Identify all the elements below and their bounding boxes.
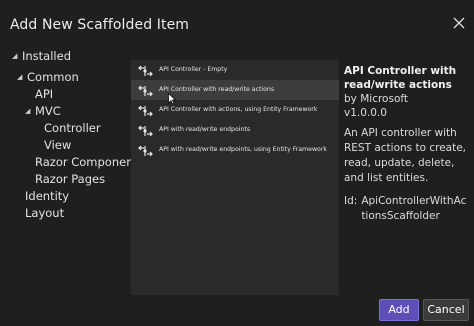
tree-item-view[interactable]: View: [44, 137, 71, 153]
tree-item-razor-component[interactable]: Razor Component: [35, 154, 138, 170]
tree-item-controller[interactable]: Controller: [44, 120, 101, 136]
template-label: API with read/write endpoints: [159, 126, 251, 133]
api-controller-icon: [138, 83, 153, 97]
tree-item-common[interactable]: ◢ Common: [17, 69, 79, 85]
add-button[interactable]: Add: [379, 299, 419, 321]
template-list: API Controller - Empty API Controller wi…: [131, 60, 339, 295]
close-icon[interactable]: [452, 16, 466, 30]
category-tree: ◢ Installed ◢ Common API ◢ MVC Controller V…: [0, 46, 138, 296]
detail-author: by Microsoft: [344, 93, 408, 105]
tree-item-api[interactable]: API: [35, 86, 53, 102]
cancel-button[interactable]: Cancel: [423, 299, 469, 321]
tree-item-label: Layout: [25, 206, 65, 220]
template-item[interactable]: API with read/write endpoints: [131, 120, 339, 140]
tree-item-razor-pages[interactable]: Razor Pages: [35, 171, 105, 187]
expanded-arrow-icon[interactable]: ◢: [17, 69, 27, 85]
detail-id-label: Id:: [344, 195, 358, 207]
tree-item-label: MVC: [35, 104, 61, 118]
template-item-selected[interactable]: API Controller with read/write actions: [131, 80, 339, 100]
template-label: API Controller with read/write actions: [159, 86, 275, 93]
template-label: API Controller - Empty: [159, 66, 228, 73]
detail-description: An API controller with REST actions to c…: [344, 127, 467, 184]
tree-item-label: Installed: [22, 49, 71, 63]
detail-title-line1: API Controller with: [344, 65, 457, 77]
tree-item-mvc[interactable]: ◢ MVC: [25, 103, 61, 119]
api-controller-icon: [138, 143, 153, 157]
tree-item-label: Razor Component: [35, 155, 139, 169]
tree-item-label: Identity: [25, 189, 70, 203]
tree-item-label: Common: [27, 70, 79, 84]
detail-id: Id: ApiControllerWithActionsScaffolder: [344, 194, 470, 224]
template-item[interactable]: API Controller with actions, using Entit…: [131, 100, 339, 120]
template-item[interactable]: API with read/write endpoints, using Ent…: [131, 140, 339, 160]
expanded-arrow-icon[interactable]: ◢: [12, 48, 22, 64]
tree-item-label: View: [44, 138, 72, 152]
detail-title-line2: read/write actions: [344, 79, 452, 91]
tree-item-label: API: [35, 87, 54, 101]
tree-item-label: Razor Pages: [35, 172, 106, 186]
dialog-title: Add New Scaffolded Item: [10, 17, 190, 33]
api-controller-icon: [138, 123, 153, 137]
api-controller-icon: [138, 63, 153, 77]
tree-item-layout[interactable]: Layout: [25, 205, 64, 221]
detail-id-value: ApiControllerWithActionsScaffolder: [361, 195, 467, 222]
template-label: API Controller with actions, using Entit…: [159, 106, 318, 113]
tree-item-label: Controller: [44, 121, 101, 135]
dialog-titlebar: Add New Scaffolded Item: [0, 0, 474, 46]
template-item[interactable]: API Controller - Empty: [131, 60, 339, 80]
mouse-pointer-icon: [168, 90, 177, 105]
template-details: API Controller with read/write actions b…: [344, 64, 470, 224]
tree-item-installed[interactable]: ◢ Installed: [12, 48, 71, 64]
detail-version: v1.0.0.0: [344, 107, 387, 119]
tree-item-identity[interactable]: Identity: [25, 188, 69, 204]
template-label: API with read/write endpoints, using Ent…: [159, 146, 327, 153]
expanded-arrow-icon[interactable]: ◢: [25, 103, 35, 119]
api-controller-icon: [138, 103, 153, 117]
